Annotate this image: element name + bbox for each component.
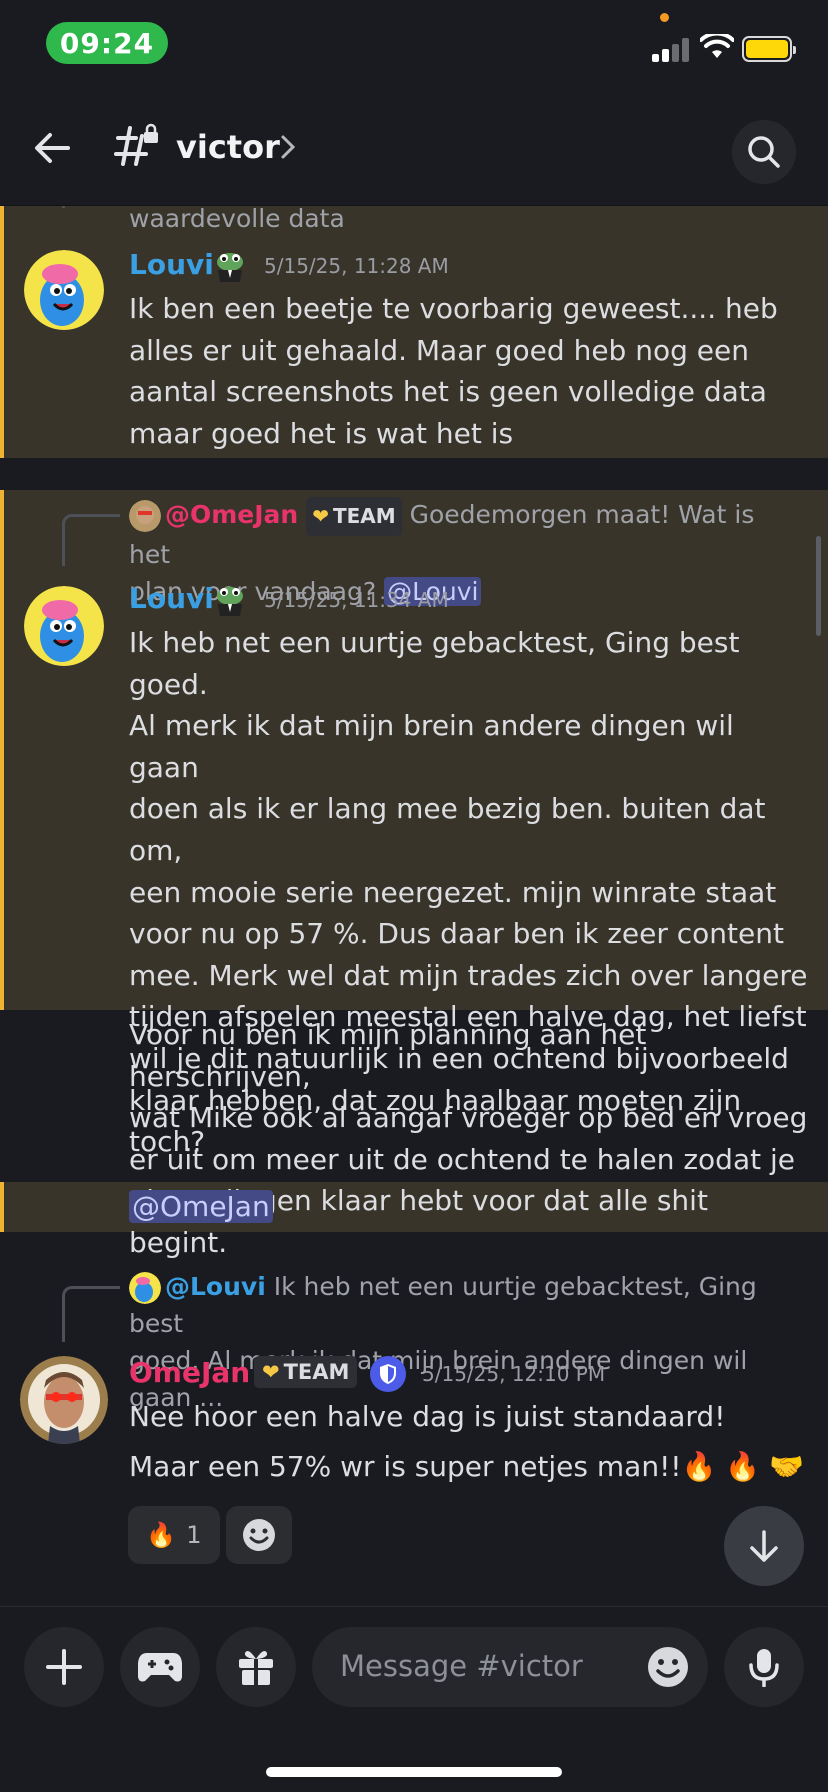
message-timestamp: 5/15/25, 12:10 PM <box>422 1362 606 1386</box>
arrow-down-icon <box>750 1530 778 1562</box>
home-indicator[interactable] <box>266 1767 562 1777</box>
message-input[interactable]: Message #victor <box>312 1627 708 1707</box>
channel-name[interactable]: victor <box>176 128 280 166</box>
channel-header: victor <box>0 90 828 206</box>
reply-connector <box>62 1286 120 1342</box>
scrollbar[interactable] <box>816 536 821 636</box>
clock: 09:24 <box>46 22 168 64</box>
author-name[interactable]: Louvi <box>129 582 214 615</box>
battery-icon <box>742 36 796 62</box>
reaction-fire[interactable]: 🔥 1 <box>128 1506 220 1564</box>
smiley-icon <box>243 1519 275 1551</box>
avatar-louvi-small <box>129 1272 161 1304</box>
message-timestamp: 5/15/25, 11:28 AM <box>264 254 449 278</box>
gift-button[interactable] <box>216 1627 296 1707</box>
reply-preview[interactable]: @Louvi Ik heb net een uurtje gebacktest,… <box>129 1268 799 1416</box>
heart-icon: ❤ <box>312 503 329 528</box>
back-button[interactable] <box>30 126 80 170</box>
avatar-omejan-small <box>129 500 161 532</box>
avatar-louvi[interactable] <box>24 250 104 330</box>
locked-channel-hash-icon <box>114 122 162 170</box>
heart-icon: ❤ <box>262 1360 280 1384</box>
chevron-right-icon[interactable] <box>280 134 296 160</box>
search-icon <box>748 136 780 168</box>
gift-icon <box>239 1651 273 1685</box>
message-list[interactable]: waardevolle data Louvi 5/15/25, 11:28 AM… <box>0 206 828 1606</box>
fire-icon: 🔥 <box>146 1521 177 1549</box>
team-badge: ❤ TEAM <box>306 496 402 536</box>
truncated-message-text: waardevolle data <box>129 206 345 233</box>
cellular-signal-icon <box>652 38 692 62</box>
message-composer: Message #victor <box>0 1606 828 1792</box>
microphone-icon <box>749 1649 779 1687</box>
plus-icon <box>46 1649 82 1685</box>
voice-message-button[interactable] <box>724 1627 804 1707</box>
status-bar: 09:24 <box>0 0 828 90</box>
activities-button[interactable] <box>120 1627 200 1707</box>
mic-indicator-dot <box>660 13 669 22</box>
frog-emoji-icon <box>212 582 248 618</box>
avatar-omejan[interactable] <box>20 1356 108 1444</box>
reply-connector <box>62 514 120 566</box>
message-content: Ik ben een beetje te voorbarig geweest..… <box>129 292 778 450</box>
frog-emoji-icon <box>212 248 248 284</box>
gamepad-icon <box>138 1653 182 1682</box>
shield-icon <box>370 1356 406 1392</box>
team-badge: ❤ TEAM <box>254 1356 358 1388</box>
avatar-louvi[interactable] <box>24 586 104 666</box>
message-content: Nee hoor een halve dag is juist standaar… <box>129 1400 804 1483</box>
mention-omejan[interactable]: @OmeJan <box>129 1190 273 1223</box>
wifi-icon <box>700 34 734 58</box>
author-name[interactable]: Louvi <box>129 248 214 281</box>
arrow-left-icon <box>35 133 70 163</box>
emoji-picker-icon[interactable] <box>646 1645 690 1689</box>
jump-to-bottom-button[interactable] <box>724 1506 804 1586</box>
message-input-placeholder: Message #victor <box>340 1649 583 1683</box>
add-reaction-button[interactable] <box>226 1506 292 1564</box>
author-name[interactable]: OmeJan <box>129 1356 250 1389</box>
search-button[interactable] <box>732 120 796 184</box>
add-attachment-button[interactable] <box>24 1627 104 1707</box>
message-timestamp: 5/15/25, 11:34 AM <box>264 588 449 612</box>
